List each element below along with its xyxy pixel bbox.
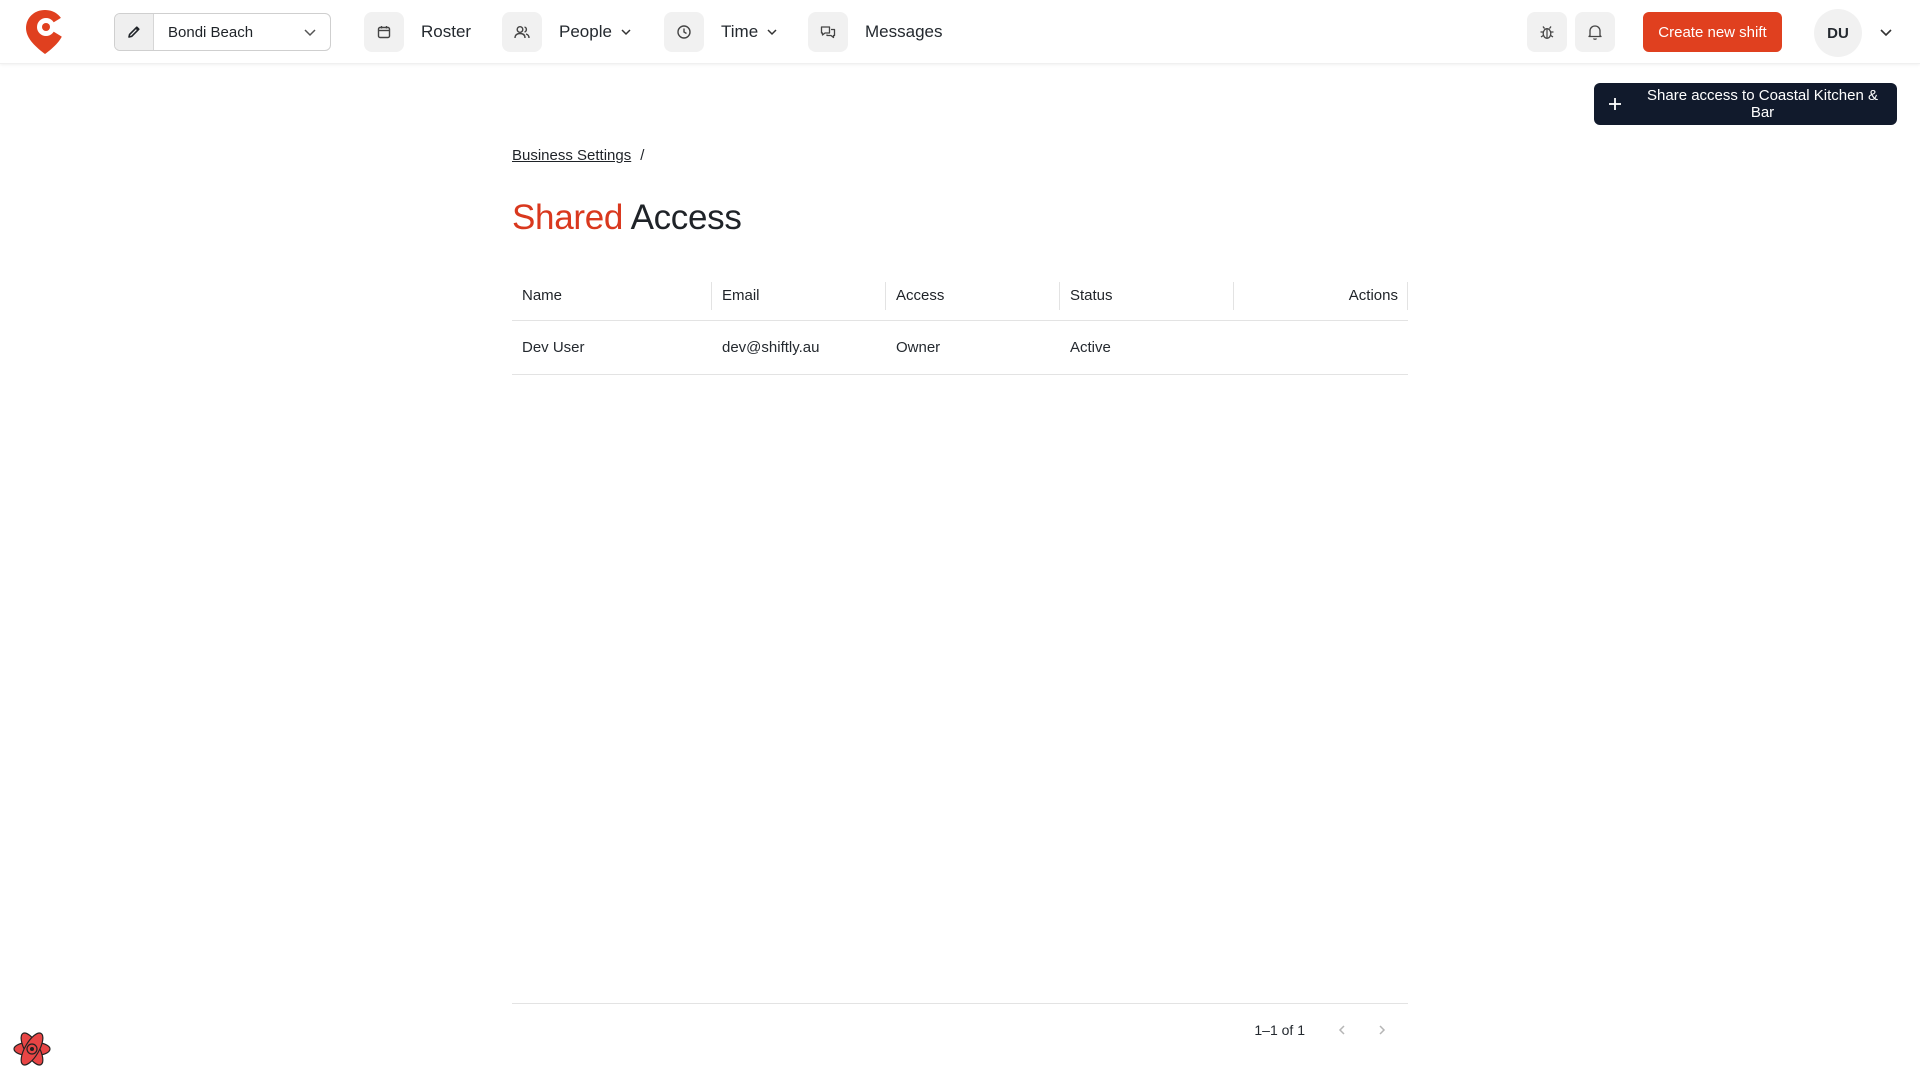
nav-messages-label: Messages [865,22,943,41]
nav-people[interactable]: People [502,12,632,52]
column-header-actions: Actions [1234,272,1408,321]
nav-people-label: People [559,22,612,41]
column-header-access[interactable]: Access [886,272,1060,321]
people-icon [502,12,542,52]
location-select[interactable]: Bondi Beach [114,13,331,51]
bug-icon[interactable] [1527,12,1567,52]
column-header-name-label: Name [522,287,563,305]
nav-time-label: Time [721,22,759,41]
pencil-icon[interactable] [115,14,154,50]
breadcrumb-business-settings[interactable]: Business Settings [512,147,631,164]
location-label: Bondi Beach [168,23,254,41]
page-title: Shared Access [512,198,742,238]
chat-icon [808,12,848,52]
nav-roster[interactable]: Roster [364,12,471,52]
chevron-down-icon [290,25,330,39]
shared-access-table: Name Email Access Status Actions Dev Use… [512,272,1408,375]
chevron-down-icon[interactable] [1876,22,1896,42]
cell-actions [1234,320,1408,375]
table-pagination: 1–1 of 1 [512,1003,1408,1055]
column-header-status[interactable]: Status [1060,272,1234,321]
pagination-range: 1–1 of 1 [1254,1022,1305,1038]
avatar[interactable]: DU [1814,9,1862,57]
top-navigation: Bondi Beach Roster People Time Messages … [0,0,1920,64]
column-header-email[interactable]: Email [712,272,886,321]
column-header-name[interactable]: Name [512,272,712,321]
cell-email: dev@shiftly.au [712,320,886,375]
clock-icon [664,12,704,52]
table-header-row: Name Email Access Status Actions [512,272,1408,321]
breadcrumb-separator: / [640,147,645,164]
table-row[interactable]: Dev User dev@shiftly.au Owner Active [512,320,1408,375]
column-header-email-label: Email [722,287,760,305]
page-title-rest: Access [630,198,742,237]
chevron-left-icon[interactable] [1332,1020,1352,1040]
page-title-accent: Shared [512,198,624,237]
breadcrumb: Business Settings / [512,147,644,164]
nav-time[interactable]: Time [664,12,778,52]
chevron-right-icon[interactable] [1372,1020,1392,1040]
react-devtools-icon[interactable] [11,1028,53,1070]
column-header-access-label: Access [896,287,945,305]
chevron-down-icon [620,26,632,38]
calendar-icon [364,12,404,52]
shiftly-logo-icon[interactable] [24,8,66,56]
cell-status: Active [1060,320,1234,375]
column-header-status-label: Status [1070,287,1113,305]
share-access-button[interactable]: Share access to Coastal Kitchen & Bar [1594,83,1897,125]
share-access-label: Share access to Coastal Kitchen & Bar [1647,87,1878,121]
nav-roster-label: Roster [421,22,472,41]
column-divider [1407,282,1408,310]
chevron-down-icon [766,26,778,38]
cell-access: Owner [886,320,1060,375]
plus-icon [1608,97,1622,111]
cell-name: Dev User [512,320,712,375]
column-header-actions-label: Actions [1348,287,1398,305]
bell-icon[interactable] [1575,12,1615,52]
create-new-shift-button[interactable]: Create new shift [1643,12,1782,52]
nav-messages[interactable]: Messages [808,12,942,52]
